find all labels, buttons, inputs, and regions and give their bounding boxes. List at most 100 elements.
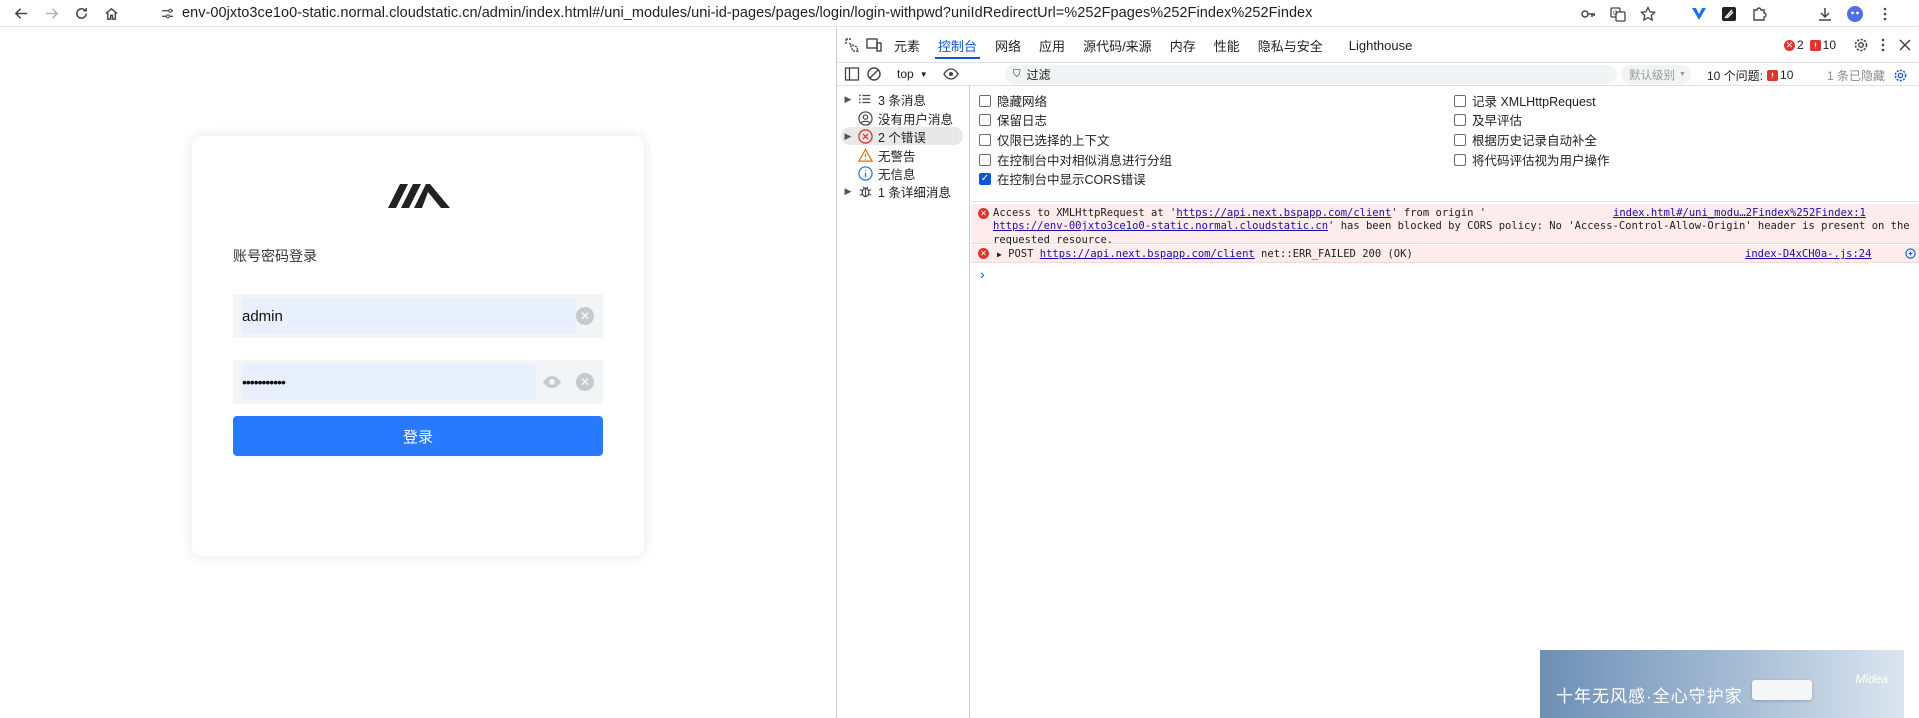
expand-arrow-icon[interactable]: ▶ xyxy=(841,94,855,105)
expand-arrow-icon[interactable]: ▶ xyxy=(841,186,855,197)
console-option-left-1[interactable]: 保留日志 xyxy=(979,110,1047,129)
extension-v-button[interactable] xyxy=(1686,2,1712,26)
translate-button[interactable]: G xyxy=(1605,2,1631,26)
password-field[interactable]: ••••••••••• ✕ xyxy=(233,360,603,404)
device-toolbar-button[interactable] xyxy=(863,28,885,62)
console-option-left-3[interactable]: 在控制台中对相似消息进行分组 xyxy=(979,150,1172,169)
extension-edit-button[interactable] xyxy=(1716,2,1742,26)
home-button[interactable] xyxy=(98,1,124,25)
warning-count-badge[interactable]: 10 xyxy=(1809,38,1836,52)
expand-arrow-icon[interactable]: ▶ xyxy=(997,250,1002,259)
checkbox[interactable] xyxy=(979,133,991,146)
sidebar-item-label: 无信息 xyxy=(878,167,916,182)
page-viewport: 账号密码登录 admin ✕ ••••••••••• ✕ 登录 xyxy=(0,28,836,718)
sidebar-item-label: 无警告 xyxy=(878,149,916,164)
devtools-close-button[interactable] xyxy=(1894,28,1916,62)
devtools-more-button[interactable] xyxy=(1872,28,1894,62)
bookmark-button[interactable] xyxy=(1635,2,1661,26)
sidebar-item-label: 1 条详细消息 xyxy=(878,185,951,200)
devtools-tab-4[interactable]: 源代码/来源 xyxy=(1074,28,1161,62)
console-option-right-1[interactable]: 及早评估 xyxy=(1454,110,1522,129)
devtools-settings-button[interactable] xyxy=(1850,28,1872,62)
log-level-value: 默认级别 xyxy=(1629,69,1675,82)
devtools-tab-8[interactable]: Lighthouse xyxy=(1340,28,1422,62)
checkbox[interactable] xyxy=(979,94,991,107)
site-info-icon[interactable] xyxy=(160,5,176,21)
password-value: ••••••••••• xyxy=(242,374,286,390)
dropdown-arrow-icon: ▼ xyxy=(1679,71,1686,78)
sidebar-item-2[interactable]: ▶ 2 个错误 xyxy=(841,127,963,145)
address-bar[interactable]: env-00jxto3ce1o0-static.normal.cloudstat… xyxy=(160,2,1610,24)
password-key-button[interactable] xyxy=(1575,2,1601,26)
context-selector[interactable]: top ▼ xyxy=(897,67,928,81)
devtools-tab-3[interactable]: 应用 xyxy=(1030,28,1074,62)
issues-counter[interactable]: 10 个问题: 10 xyxy=(1707,63,1793,87)
checkbox[interactable]: ✓ xyxy=(979,172,991,185)
log-level-selector[interactable]: 默认级别 ▼ xyxy=(1621,65,1691,84)
console-option-right-3[interactable]: 将代码评估视为用户操作 xyxy=(1454,150,1610,169)
svg-text:G: G xyxy=(1613,11,1618,17)
post-request-link[interactable]: https://api.next.bspapp.com/client xyxy=(1040,248,1255,260)
extension-v-icon xyxy=(1692,7,1706,20)
cors-source-link[interactable]: index.html#/uni_modu…2Findex%252Findex:1 xyxy=(1613,206,1866,220)
cors-origin-link[interactable]: https://env-00jxto3ce1o0-static.normal.c… xyxy=(993,220,1328,232)
console-option-left-0[interactable]: 隐藏网络 xyxy=(979,91,1047,110)
expand-arrow-icon[interactable]: ▶ xyxy=(841,131,855,142)
checkbox[interactable] xyxy=(1454,133,1466,146)
sidebar-item-4[interactable]: 无信息 xyxy=(841,164,963,182)
sidebar-item-0[interactable]: ▶ 3 条消息 xyxy=(841,90,963,108)
clear-console-button[interactable] xyxy=(863,62,885,86)
network-request-icon[interactable] xyxy=(1905,248,1916,259)
forward-button[interactable] xyxy=(38,1,64,25)
extensions-button[interactable] xyxy=(1746,2,1772,26)
checkbox[interactable] xyxy=(979,113,991,126)
option-label: 根据历史记录自动补全 xyxy=(1472,134,1598,148)
back-button[interactable] xyxy=(8,1,34,25)
devtools-tab-6[interactable]: 性能 xyxy=(1205,28,1249,62)
devtools-tab-0[interactable]: 元素 xyxy=(885,28,929,62)
inspect-element-icon xyxy=(845,38,859,52)
clear-password-icon[interactable]: ✕ xyxy=(576,373,594,391)
checkbox[interactable] xyxy=(1454,94,1466,107)
devtools-tab-5[interactable]: 内存 xyxy=(1161,28,1205,62)
username-field[interactable]: admin ✕ xyxy=(233,294,603,338)
ad-banner[interactable]: 十年无风感·全心守护家 Midea xyxy=(1540,650,1904,718)
console-option-left-2[interactable]: 仅限已选择的上下文 xyxy=(979,130,1110,149)
hidden-label: 1 条已隐藏 xyxy=(1827,68,1886,83)
sidebar-toggle-icon xyxy=(844,67,860,81)
ad-brand-logo: Midea xyxy=(1855,672,1888,686)
password-input[interactable]: ••••••••••• xyxy=(242,364,536,400)
username-input[interactable]: admin xyxy=(242,298,576,334)
checkbox[interactable] xyxy=(1454,153,1466,166)
reload-button[interactable] xyxy=(68,1,94,25)
browser-menu-button[interactable] xyxy=(1872,2,1898,26)
devtools-panel: 元素 控制台 网络 应用 源代码/来源 内存 性能 隐私与安全 Lighthouse ✕ 2 1… xyxy=(836,28,1919,718)
sidebar-item-3[interactable]: 无警告 xyxy=(841,146,963,164)
live-expression-button[interactable] xyxy=(940,62,962,86)
cors-request-link[interactable]: https://api.next.bspapp.com/client xyxy=(1176,207,1391,219)
clear-username-icon[interactable]: ✕ xyxy=(576,307,594,325)
console-option-right-2[interactable]: 根据历史记录自动补全 xyxy=(1454,130,1597,149)
console-settings-gear-icon[interactable] xyxy=(1893,68,1908,83)
username-value: admin xyxy=(242,307,283,325)
login-button[interactable]: 登录 xyxy=(233,416,603,456)
devtools-tab-1[interactable]: 控制台 xyxy=(929,28,986,62)
sidebar-item-1[interactable]: 没有用户消息 xyxy=(841,109,963,127)
console-prompt-chevron-icon[interactable]: › xyxy=(980,266,985,282)
checkbox[interactable] xyxy=(979,153,991,166)
checkbox[interactable] xyxy=(1454,113,1466,126)
error-count-badge[interactable]: ✕ 2 xyxy=(1783,38,1804,52)
console-messages: ✕ Access to XMLHttpRequest at 'https://a… xyxy=(971,202,1919,718)
post-source-link[interactable]: index-D4xCH0a-.js:24 xyxy=(1745,247,1871,261)
sidebar-item-5[interactable]: ▶ 1 条详细消息 xyxy=(841,182,963,200)
console-option-left-4[interactable]: ✓ 在控制台中显示CORS错误 xyxy=(979,169,1146,188)
console-option-right-0[interactable]: 记录 XMLHttpRequest xyxy=(1454,91,1596,110)
devtools-tab-7[interactable]: 隐私与安全 xyxy=(1249,28,1332,62)
inspect-element-button[interactable] xyxy=(841,28,863,62)
profile-button[interactable] xyxy=(1842,2,1868,26)
toggle-sidebar-button[interactable] xyxy=(841,62,863,86)
devtools-tab-2[interactable]: 网络 xyxy=(986,28,1030,62)
show-password-eye-icon[interactable] xyxy=(542,373,562,391)
console-filter-input[interactable]: ⛉ 过滤 xyxy=(1005,65,1617,84)
download-button[interactable] xyxy=(1812,2,1838,26)
